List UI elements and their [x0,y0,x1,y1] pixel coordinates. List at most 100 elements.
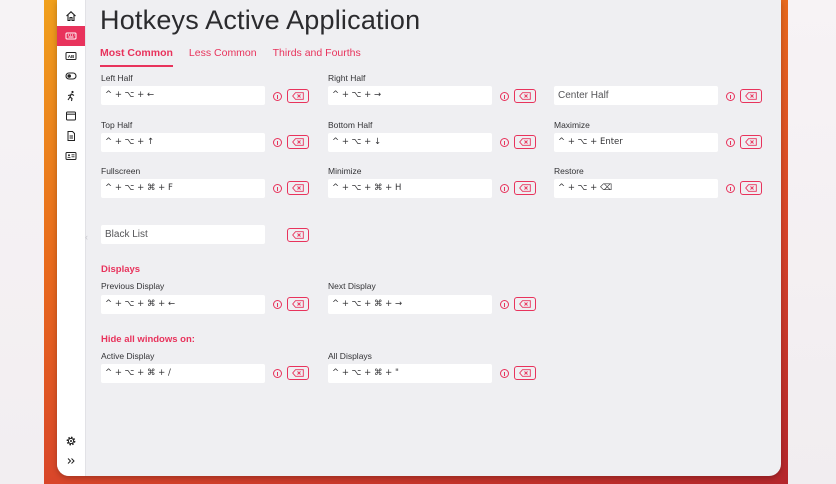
fullscreen-info-icon[interactable] [273,184,282,193]
top-half-label: Top Half [101,120,133,130]
center-half-shortcut-field[interactable]: Center Half [554,86,718,105]
toggle-icon [65,72,77,80]
delete-key-icon [292,300,304,308]
delete-key-icon [292,92,304,100]
left-half-shortcut-field[interactable]: ^ + ⌥ + ← [101,86,265,105]
previous-display-clear-button[interactable] [287,297,309,311]
restore-clear-button[interactable] [740,181,762,195]
window-icon [66,111,76,121]
top-half-info-icon[interactable] [273,138,282,147]
sidebar-item-window[interactable] [57,106,85,126]
minimize-shortcut-field[interactable]: ^ + ⌥ + ⌘ + H [328,179,492,198]
bottom-half-clear-button[interactable] [514,135,536,149]
all-displays-shortcut-field[interactable]: ^ + ⌥ + ⌘ + " [328,364,492,383]
active-display-info-icon[interactable] [273,369,282,378]
tab-most-common[interactable]: Most Common [100,47,173,67]
ab-box-icon: AB [65,52,77,60]
restore-shortcut-field[interactable]: ^ + ⌥ + ⌫ [554,179,718,198]
previous-display-shortcut-field[interactable]: ^ + ⌥ + ⌘ + ← [101,295,265,314]
active-display-clear-button[interactable] [287,366,309,380]
active-display-shortcut-field[interactable]: ^ + ⌥ + ⌘ + / [101,364,265,383]
displays-heading: Displays [101,264,141,275]
previous-display-label: Previous Display [101,281,165,291]
left-half-info-icon[interactable] [273,92,282,101]
delete-key-icon [745,138,757,146]
gear-icon [66,436,76,446]
delete-key-icon [292,184,304,192]
sidebar-item-home[interactable] [57,6,85,26]
sidebar: AB [57,0,86,476]
right-half-shortcut-field[interactable]: ^ + ⌥ + → [328,86,492,105]
maximize-shortcut-field[interactable]: ^ + ⌥ + Enter [554,133,718,152]
delete-key-icon [519,92,531,100]
sidebar-item-id-card[interactable] [57,146,85,166]
restore-label: Restore [554,166,584,176]
tab-less-common[interactable]: Less Common [189,47,257,65]
sidebar-item-toggle[interactable] [57,66,85,86]
running-figure-icon [67,90,75,102]
right-half-info-icon[interactable] [500,92,509,101]
svg-text:AB: AB [68,54,75,59]
next-display-clear-button[interactable] [514,297,536,311]
delete-key-icon [519,184,531,192]
next-display-info-icon[interactable] [500,300,509,309]
desktop-right-backdrop [788,0,836,484]
delete-key-icon [292,231,304,239]
id-card-icon [65,152,77,160]
next-display-shortcut-field[interactable]: ^ + ⌥ + ⌘ + → [328,295,492,314]
maximize-clear-button[interactable] [740,135,762,149]
desktop-left-backdrop [0,0,44,484]
delete-key-icon [292,369,304,377]
bottom-half-info-icon[interactable] [500,138,509,147]
black-list-field[interactable]: Black List [101,225,265,244]
tab-bar: Most Common Less Common Thirds and Fourt… [100,47,377,67]
sidebar-expand[interactable] [57,451,85,471]
black-list-clear-button[interactable] [287,228,309,242]
left-half-clear-button[interactable] [287,89,309,103]
top-half-clear-button[interactable] [287,135,309,149]
next-display-label: Next Display [328,281,376,291]
minimize-info-icon[interactable] [500,184,509,193]
center-half-clear-button[interactable] [740,89,762,103]
fullscreen-shortcut-field[interactable]: ^ + ⌥ + ⌘ + F [101,179,265,198]
keyboard-icon [65,32,77,40]
bottom-half-shortcut-field[interactable]: ^ + ⌥ + ↓ [328,133,492,152]
tab-thirds-and-fourths[interactable]: Thirds and Fourths [273,47,361,65]
fullscreen-clear-button[interactable] [287,181,309,195]
right-half-label: Right Half [328,73,366,83]
all-displays-info-icon[interactable] [500,369,509,378]
maximize-label: Maximize [554,120,590,130]
delete-key-icon [519,369,531,377]
left-half-label: Left Half [101,73,133,83]
delete-key-icon [519,300,531,308]
minimize-label: Minimize [328,166,362,176]
previous-display-info-icon[interactable] [273,300,282,309]
sidebar-item-ab[interactable]: AB [57,46,85,66]
sidebar-item-keyboard[interactable] [57,26,85,46]
bottom-half-label: Bottom Half [328,120,373,130]
page-title: Hotkeys Active Application [100,5,421,35]
maximize-info-icon[interactable] [726,138,735,147]
app-window: AB ‹ Hotkeys Active Application Most Com… [57,0,781,476]
home-icon [66,11,76,22]
sidebar-item-running[interactable] [57,86,85,106]
document-icon [67,131,75,141]
active-display-label: Active Display [101,351,155,361]
minimize-clear-button[interactable] [514,181,536,195]
center-half-info-icon[interactable] [726,92,735,101]
sidebar-settings[interactable] [57,431,85,451]
sidebar-item-document[interactable] [57,126,85,146]
delete-key-icon [745,184,757,192]
sidebar-collapse-handle[interactable]: ‹ [85,232,89,242]
hide-windows-heading: Hide all windows on: [101,334,195,345]
fullscreen-label: Fullscreen [101,166,141,176]
all-displays-label: All Displays [328,351,372,361]
right-half-clear-button[interactable] [514,89,536,103]
top-half-shortcut-field[interactable]: ^ + ⌥ + ↑ [101,133,265,152]
delete-key-icon [292,138,304,146]
double-chevron-right-icon [67,458,75,464]
all-displays-clear-button[interactable] [514,366,536,380]
restore-info-icon[interactable] [726,184,735,193]
delete-key-icon [519,138,531,146]
delete-key-icon [745,92,757,100]
